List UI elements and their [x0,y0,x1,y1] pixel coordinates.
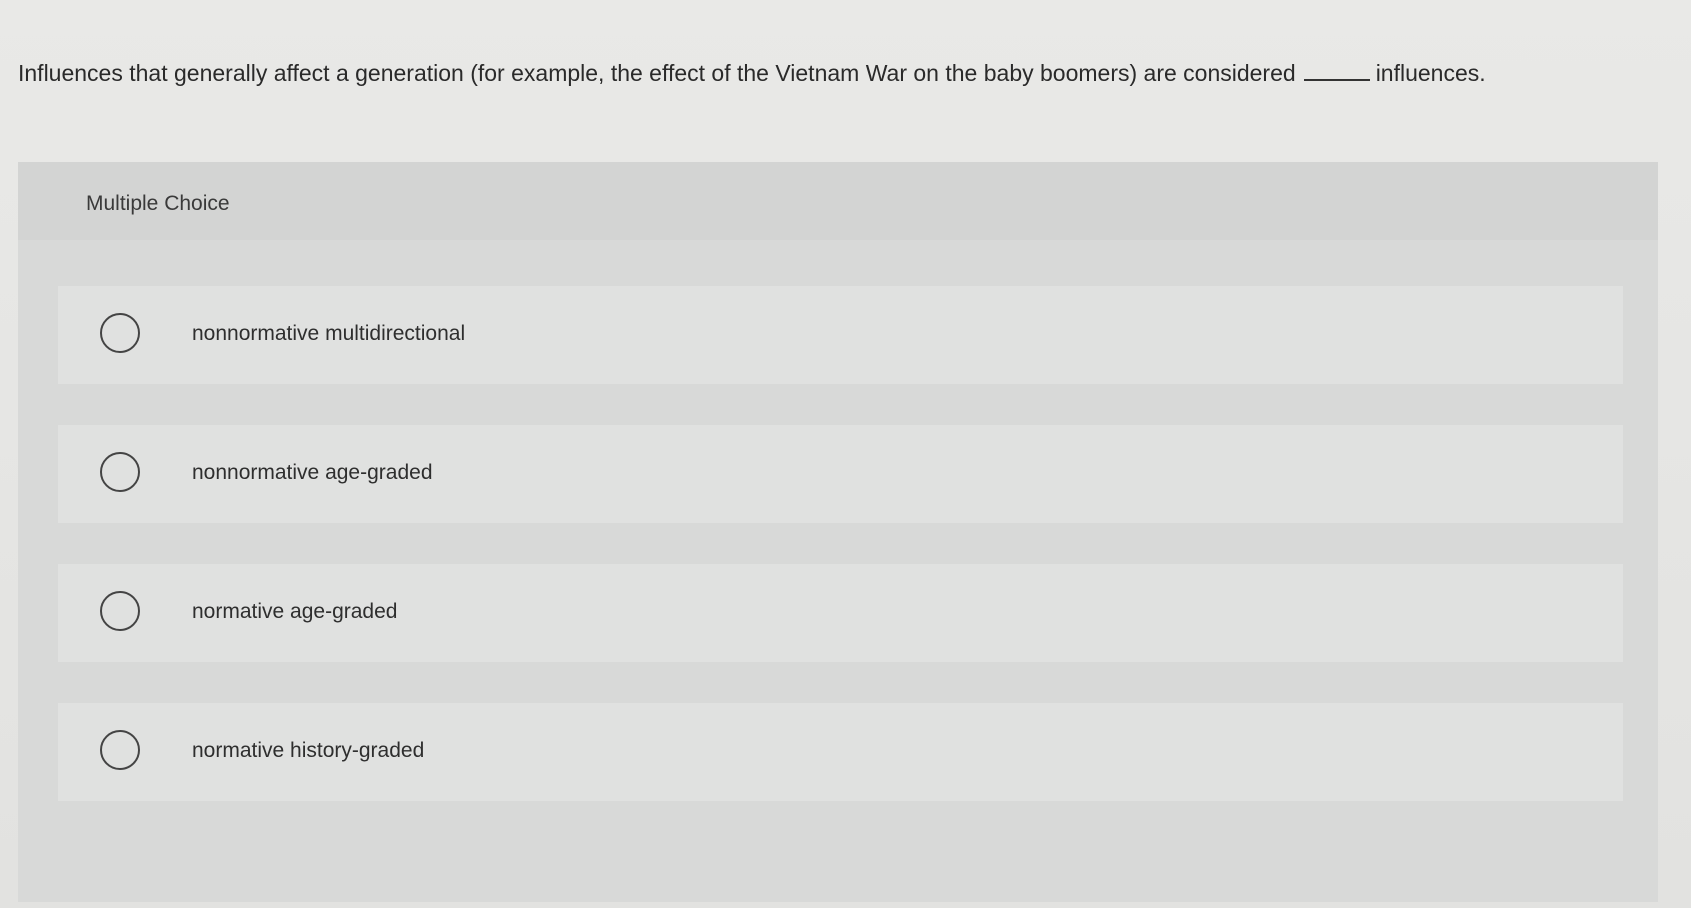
panel-title: Multiple Choice [86,192,230,215]
panel-header: Multiple Choice [18,162,1658,240]
question-text-before: Influences that generally affect a gener… [18,60,1296,86]
answer-options: nonnormative multidirectional nonnormati… [58,286,1623,842]
answer-option-3[interactable]: normative age-graded [58,564,1623,662]
radio-button[interactable] [100,452,140,492]
radio-button[interactable] [100,730,140,770]
question-text-after: influences. [1375,60,1486,86]
answer-blank [1303,65,1370,81]
option-label: nonnormative multidirectional [192,322,466,345]
answer-option-2[interactable]: nonnormative age-graded [58,425,1623,523]
answer-option-1[interactable]: nonnormative multidirectional [58,286,1623,384]
option-label: normative age-graded [192,600,398,623]
option-label: nonnormative age-graded [192,461,433,484]
radio-button[interactable] [100,591,140,631]
radio-button[interactable] [100,313,140,353]
quiz-page: Influences that generally affect a gener… [0,0,1691,908]
multiple-choice-panel: Multiple Choice nonnormative multidirect… [18,162,1658,902]
answer-option-4[interactable]: normative history-graded [58,703,1623,801]
question-prompt: Influences that generally affect a gener… [18,58,1618,88]
option-label: normative history-graded [192,739,425,762]
